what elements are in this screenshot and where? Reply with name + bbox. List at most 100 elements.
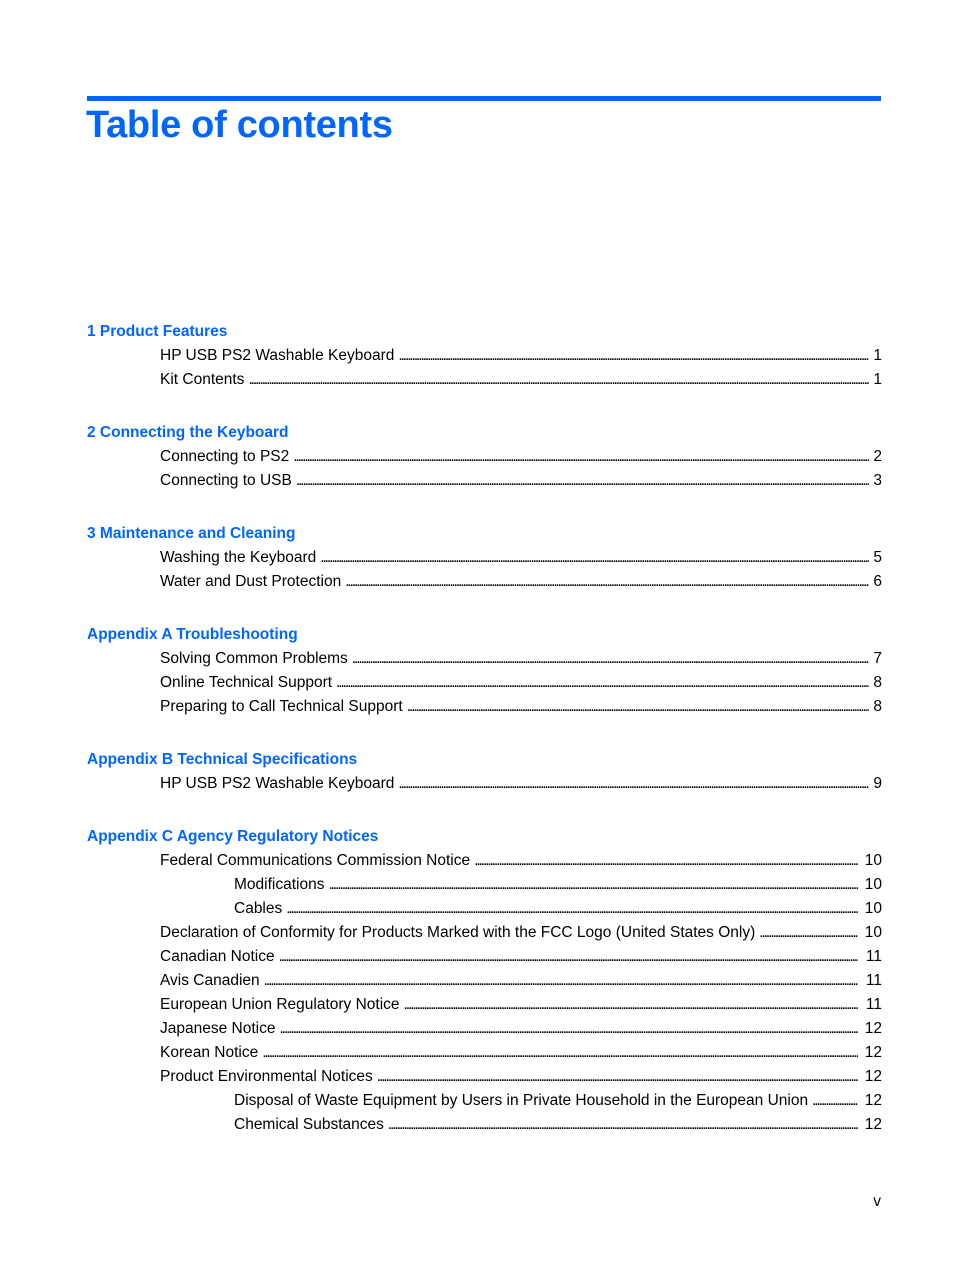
toc-entry-label: HP USB PS2 Washable Keyboard (160, 775, 395, 792)
toc-entry[interactable]: European Union Regulatory Notice 11 (160, 993, 882, 1017)
toc-entry-page: 10 (864, 900, 882, 917)
toc-entry-page: 9 (873, 775, 882, 792)
dot-leader (320, 546, 869, 570)
dot-leader (296, 469, 870, 493)
toc-entry-page: 12 (864, 1068, 882, 1085)
toc-entry-label: Cables (234, 900, 283, 917)
dot-leader (388, 1113, 858, 1137)
toc-entry[interactable]: Connecting to USB 3 (160, 469, 882, 493)
toc-section-heading[interactable]: 3 Maintenance and Cleaning (87, 522, 954, 546)
toc-entry[interactable]: HP USB PS2 Washable Keyboard 9 (160, 772, 882, 796)
toc-entry-page: 7 (873, 650, 882, 667)
toc-entry[interactable]: Avis Canadien 11 (160, 969, 882, 993)
dot-leader (345, 570, 869, 594)
toc-entry[interactable]: Canadian Notice 11 (160, 945, 882, 969)
toc-entry-label: Japanese Notice (160, 1020, 276, 1037)
toc-entry-page: 11 (865, 972, 882, 989)
toc-section-heading[interactable]: 2 Connecting the Keyboard (87, 421, 954, 445)
toc-entry[interactable]: Product Environmental Notices 12 (160, 1065, 882, 1089)
toc-entry-label: HP USB PS2 Washable Keyboard (160, 347, 395, 364)
dot-leader (262, 1041, 858, 1065)
toc-entry-label: Federal Communications Commission Notice (160, 852, 471, 869)
toc-entry[interactable]: Water and Dust Protection 6 (160, 570, 882, 594)
dot-leader (264, 969, 858, 993)
toc-entry[interactable]: Chemical Substances 12 (234, 1113, 882, 1137)
dot-leader (812, 1089, 858, 1113)
toc-entry-page: 11 (865, 996, 882, 1013)
toc-entry-page: 1 (873, 371, 882, 388)
toc-entry-label: Disposal of Waste Equipment by Users in … (234, 1092, 809, 1109)
dot-leader (352, 647, 870, 671)
toc-entry-page: 6 (873, 573, 882, 590)
toc-entry-page: 1 (873, 347, 882, 364)
toc-section-heading[interactable]: Appendix A Troubleshooting (87, 623, 954, 647)
dot-leader (398, 772, 869, 796)
toc-section: Appendix C Agency Regulatory Notices Fede… (0, 825, 954, 1137)
toc-section: Appendix A Troubleshooting Solving Common… (0, 623, 954, 719)
toc-entry-label: Canadian Notice (160, 948, 275, 965)
toc-section: 2 Connecting the Keyboard Connecting to P… (0, 421, 954, 493)
toc-section-heading[interactable]: 1 Product Features (87, 320, 954, 344)
dot-leader (759, 921, 858, 945)
toc-entry[interactable]: Disposal of Waste Equipment by Users in … (234, 1089, 882, 1113)
toc-entry-label: Modifications (234, 876, 325, 893)
dot-leader (474, 849, 858, 873)
toc-entry-page: 12 (864, 1092, 882, 1109)
toc-entry[interactable]: Connecting to PS2 2 (160, 445, 882, 469)
page-number: v (873, 1193, 881, 1210)
toc-section: 3 Maintenance and Cleaning Washing the Ke… (0, 522, 954, 594)
toc-entry[interactable]: Solving Common Problems 7 (160, 647, 882, 671)
toc-entry[interactable]: Washing the Keyboard 5 (160, 546, 882, 570)
dot-leader (286, 897, 858, 921)
toc-entry-page: 5 (873, 549, 882, 566)
toc-entry-page: 11 (865, 948, 882, 965)
toc-entry-label: Avis Canadien (160, 972, 260, 989)
toc-entry-page: 12 (864, 1116, 882, 1133)
toc-section-heading[interactable]: Appendix B Technical Specifications (87, 748, 954, 772)
toc-entry-page: 3 (873, 472, 882, 489)
dot-leader (293, 445, 869, 469)
toc-entry-label: Connecting to USB (160, 472, 292, 489)
toc-entry-page: 8 (873, 698, 882, 715)
dot-leader (279, 1017, 858, 1041)
toc-entry[interactable]: Modifications 10 (234, 873, 882, 897)
toc-entry-label: Online Technical Support (160, 674, 333, 691)
toc-entry[interactable]: Korean Notice 12 (160, 1041, 882, 1065)
dot-leader (279, 945, 858, 969)
toc-entry-page: 10 (864, 876, 882, 893)
toc-entry-label: Product Environmental Notices (160, 1068, 373, 1085)
toc-entry-label: Water and Dust Protection (160, 573, 342, 590)
dot-leader (336, 671, 869, 695)
dot-leader (377, 1065, 858, 1089)
toc-entry-label: Korean Notice (160, 1044, 259, 1061)
dot-leader (248, 368, 869, 392)
toc-entry-label: Kit Contents (160, 371, 245, 388)
toc-entry-label: Preparing to Call Technical Support (160, 698, 403, 715)
toc-entry[interactable]: Federal Communications Commission Notice… (160, 849, 882, 873)
toc-entry-label: Declaration of Conformity for Products M… (160, 924, 756, 941)
toc-entry-page: 8 (873, 674, 882, 691)
toc-entry-page: 12 (864, 1020, 882, 1037)
dot-leader (404, 993, 858, 1017)
page-title: Table of contents (86, 104, 393, 146)
toc-section-heading[interactable]: Appendix C Agency Regulatory Notices (87, 825, 954, 849)
toc-entry-label: Washing the Keyboard (160, 549, 317, 566)
toc-section: Appendix B Technical Specifications HP US… (0, 748, 954, 796)
toc-entry[interactable]: HP USB PS2 Washable Keyboard 1 (160, 344, 882, 368)
toc-entry[interactable]: Cables 10 (234, 897, 882, 921)
toc-entry-page: 12 (864, 1044, 882, 1061)
toc-entry-label: Chemical Substances (234, 1116, 384, 1133)
dot-leader (398, 344, 869, 368)
toc-entry-label: Solving Common Problems (160, 650, 348, 667)
toc-entry-page: 10 (864, 852, 882, 869)
toc-entry-label: Connecting to PS2 (160, 448, 290, 465)
toc-entry[interactable]: Preparing to Call Technical Support 8 (160, 695, 882, 719)
toc-entry[interactable]: Japanese Notice 12 (160, 1017, 882, 1041)
toc-entry[interactable]: Kit Contents 1 (160, 368, 882, 392)
toc-entry-page: 2 (873, 448, 882, 465)
toc-entry-label: European Union Regulatory Notice (160, 996, 400, 1013)
dot-leader (328, 873, 858, 897)
toc-entry[interactable]: Online Technical Support 8 (160, 671, 882, 695)
toc-entry[interactable]: Declaration of Conformity for Products M… (160, 921, 882, 945)
table-of-contents: 1 Product Features HP USB PS2 Washable Ke… (0, 320, 954, 1166)
